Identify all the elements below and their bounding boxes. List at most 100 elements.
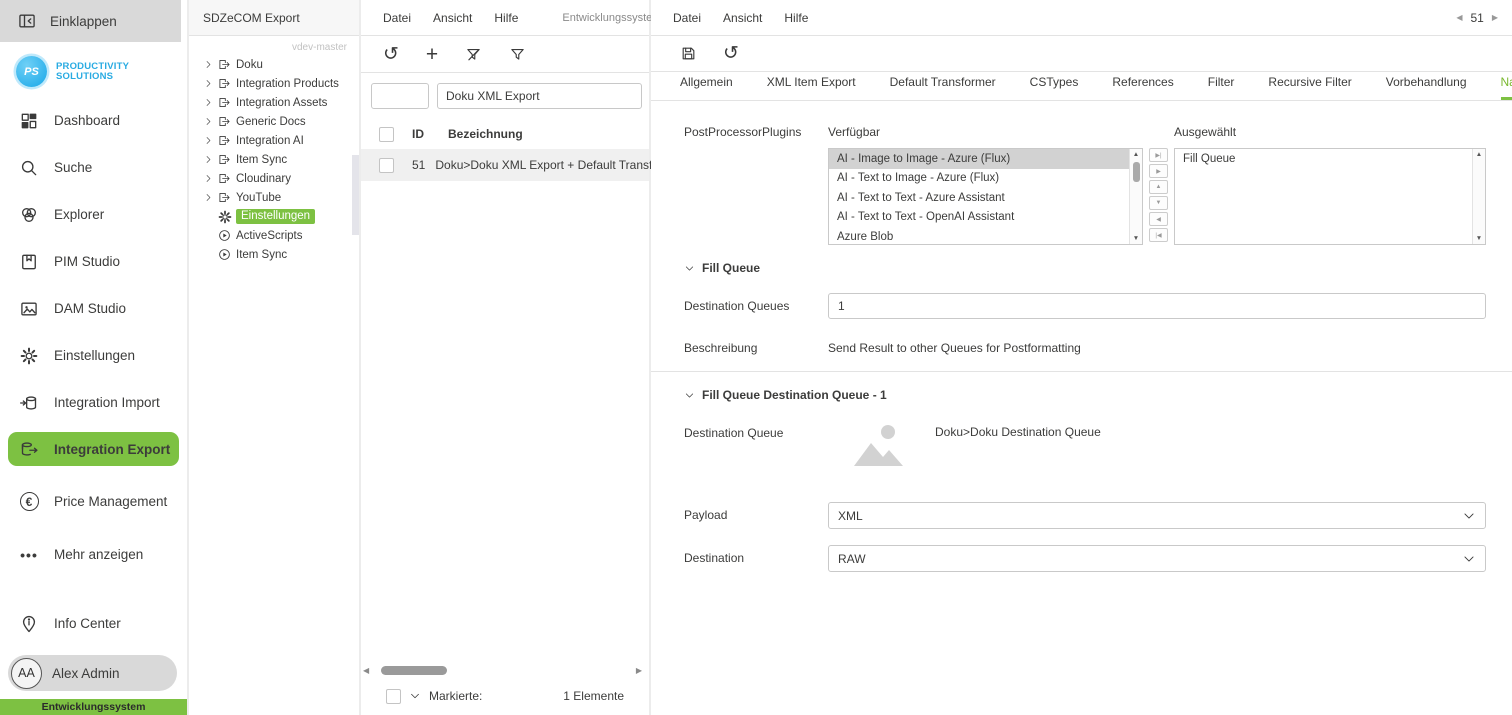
fill-queue-section-header[interactable]: Fill Queue (684, 261, 1486, 275)
tree-item-doku[interactable]: Doku (203, 55, 359, 74)
tree-item-item-sync-script[interactable]: Item Sync (203, 245, 359, 264)
tab-vorbehandlung[interactable]: Vorbehandlung (1386, 75, 1467, 100)
chevron-right-icon[interactable] (203, 117, 213, 126)
sidebar-item-pim-studio[interactable]: PIM Studio (0, 238, 187, 285)
scroll-down-icon[interactable]: ▼ (1476, 233, 1482, 244)
add-button[interactable]: + (426, 44, 438, 65)
menu-ansicht[interactable]: Ansicht (723, 11, 762, 25)
refresh-button[interactable]: ↺ (723, 44, 739, 63)
row-checkbox[interactable] (379, 157, 394, 173)
clear-filter-button[interactable] (465, 46, 482, 63)
chevron-right-icon[interactable] (203, 79, 213, 88)
name-filter-input[interactable] (437, 83, 642, 109)
sidebar-item-info-center[interactable]: Info Center (0, 600, 187, 647)
collapse-sidebar-button[interactable]: Einklappen (0, 0, 181, 42)
previous-record-icon[interactable]: ◀ (1456, 13, 1462, 22)
move-right-button[interactable]: ▶ (1149, 164, 1168, 178)
tree-item-cloudinary[interactable]: Cloudinary (203, 169, 359, 188)
fq-destination-section-header[interactable]: Fill Queue Destination Queue - 1 (684, 388, 1486, 402)
chevron-right-icon[interactable] (203, 155, 213, 164)
selected-listbox[interactable]: Fill Queue ▲ ▼ (1174, 148, 1486, 245)
list-item[interactable]: AI - Text to Text - OpenAI Assistant (829, 208, 1129, 228)
tree-scrollbar[interactable] (352, 155, 359, 235)
filter-button[interactable] (509, 46, 526, 63)
menu-hilfe[interactable]: Hilfe (494, 11, 518, 25)
sidebar-item-suche[interactable]: Suche (0, 144, 187, 191)
user-menu[interactable]: AA Alex Admin (8, 655, 177, 691)
marked-checkbox[interactable] (386, 688, 401, 704)
list-item[interactable]: AI - Image to Image - Azure (Flux) (829, 149, 1129, 169)
menu-datei[interactable]: Datei (383, 11, 411, 25)
gear-icon (18, 346, 40, 366)
destination-queues-input[interactable] (828, 293, 1486, 319)
refresh-button[interactable]: ↺ (383, 45, 399, 64)
tree-item-integration-products[interactable]: Integration Products (203, 74, 359, 93)
horizontal-scrollbar[interactable]: ◀ ▶ (363, 664, 642, 677)
tree-item-integration-assets[interactable]: Integration Assets (203, 93, 359, 112)
tab-cstypes[interactable]: CSTypes (1030, 75, 1079, 100)
list-item[interactable]: Fill Queue (1175, 149, 1472, 169)
save-button[interactable] (680, 45, 697, 62)
scrollbar-thumb[interactable] (1132, 162, 1140, 182)
list-item[interactable]: Azure Blob (829, 227, 1129, 244)
scroll-left-icon[interactable]: ◀ (363, 666, 373, 675)
sidebar-item-explorer[interactable]: Explorer (0, 191, 187, 238)
payload-select[interactable]: XML (828, 502, 1486, 529)
tree-item-youtube[interactable]: YouTube (203, 188, 359, 207)
chevron-down-icon (684, 390, 695, 401)
destination-select[interactable]: RAW (828, 545, 1486, 572)
destination-queue-label: Destination Queue (684, 426, 784, 440)
scroll-down-icon[interactable]: ▼ (1133, 233, 1139, 244)
tree-item-generic-docs[interactable]: Generic Docs (203, 112, 359, 131)
chevron-right-icon[interactable] (203, 98, 213, 107)
tab-xml-item-export[interactable]: XML Item Export (767, 75, 856, 100)
tree-item-item-sync[interactable]: Item Sync (203, 150, 359, 169)
sidebar-item-dam-studio[interactable]: DAM Studio (0, 285, 187, 332)
sidebar-item-mehr-anzeigen[interactable]: ••• Mehr anzeigen (0, 531, 187, 578)
sidebar-item-price-management[interactable]: € Price Management (0, 478, 187, 525)
scrollbar-thumb[interactable] (381, 666, 447, 675)
scroll-up-icon[interactable]: ▲ (1133, 149, 1139, 160)
tab-recursive-filter[interactable]: Recursive Filter (1268, 75, 1351, 100)
listbox-scrollbar[interactable]: ▲ ▼ (1472, 149, 1485, 244)
list-item[interactable]: AI - Text to Image - Azure (Flux) (829, 169, 1129, 189)
table-row[interactable]: 51 Doku>Doku XML Export + Default Transf… (361, 149, 684, 181)
tab-references[interactable]: References (1112, 75, 1173, 100)
tab-default-transformer[interactable]: Default Transformer (890, 75, 996, 100)
menu-ansicht[interactable]: Ansicht (433, 11, 472, 25)
next-record-icon[interactable]: ▶ (1492, 13, 1498, 22)
listbox-scrollbar[interactable]: ▲ ▼ (1129, 149, 1142, 244)
chevron-right-icon[interactable] (203, 174, 213, 183)
sidebar-item-integration-import[interactable]: Integration Import (0, 379, 187, 426)
list-item[interactable]: AI - Text to Text - Azure Assistant (829, 188, 1129, 208)
tree-item-einstellungen[interactable]: Einstellungen (203, 207, 359, 226)
tab-allgemein[interactable]: Allgemein (680, 75, 733, 100)
move-left-button[interactable]: ◀ (1149, 212, 1168, 226)
tab-nachbehandlung[interactable]: Nachbehandlung (1500, 75, 1512, 100)
chevron-right-icon[interactable] (203, 136, 213, 145)
sidebar-item-einstellungen[interactable]: Einstellungen (0, 332, 187, 379)
move-all-right-button[interactable]: ▶| (1149, 148, 1168, 162)
export-node-icon (217, 172, 232, 185)
tree-item-integration-ai[interactable]: Integration AI (203, 131, 359, 150)
chevron-down-icon[interactable] (409, 690, 421, 702)
chevron-right-icon[interactable] (203, 193, 213, 202)
info-center-icon (18, 614, 40, 634)
scroll-right-icon[interactable]: ▶ (632, 666, 642, 675)
move-down-button[interactable]: ▼ (1149, 196, 1168, 210)
menu-datei[interactable]: Datei (673, 11, 701, 25)
sidebar-item-dashboard[interactable]: Dashboard (0, 97, 187, 144)
chevron-right-icon[interactable] (203, 60, 213, 69)
select-all-checkbox[interactable] (379, 126, 394, 142)
move-all-left-button[interactable]: |◀ (1149, 228, 1168, 242)
sidebar-item-integration-export[interactable]: Integration Export (8, 432, 179, 466)
scroll-up-icon[interactable]: ▲ (1476, 149, 1482, 160)
move-up-button[interactable]: ▲ (1149, 180, 1168, 194)
menu-hilfe[interactable]: Hilfe (784, 11, 808, 25)
play-circle-icon (217, 248, 232, 261)
available-listbox[interactable]: AI - Image to Image - Azure (Flux) AI - … (828, 148, 1143, 245)
logo-badge: PS (16, 56, 47, 87)
tab-filter[interactable]: Filter (1208, 75, 1235, 100)
tree-item-activescripts[interactable]: ActiveScripts (203, 226, 359, 245)
id-filter-input[interactable] (371, 83, 429, 109)
